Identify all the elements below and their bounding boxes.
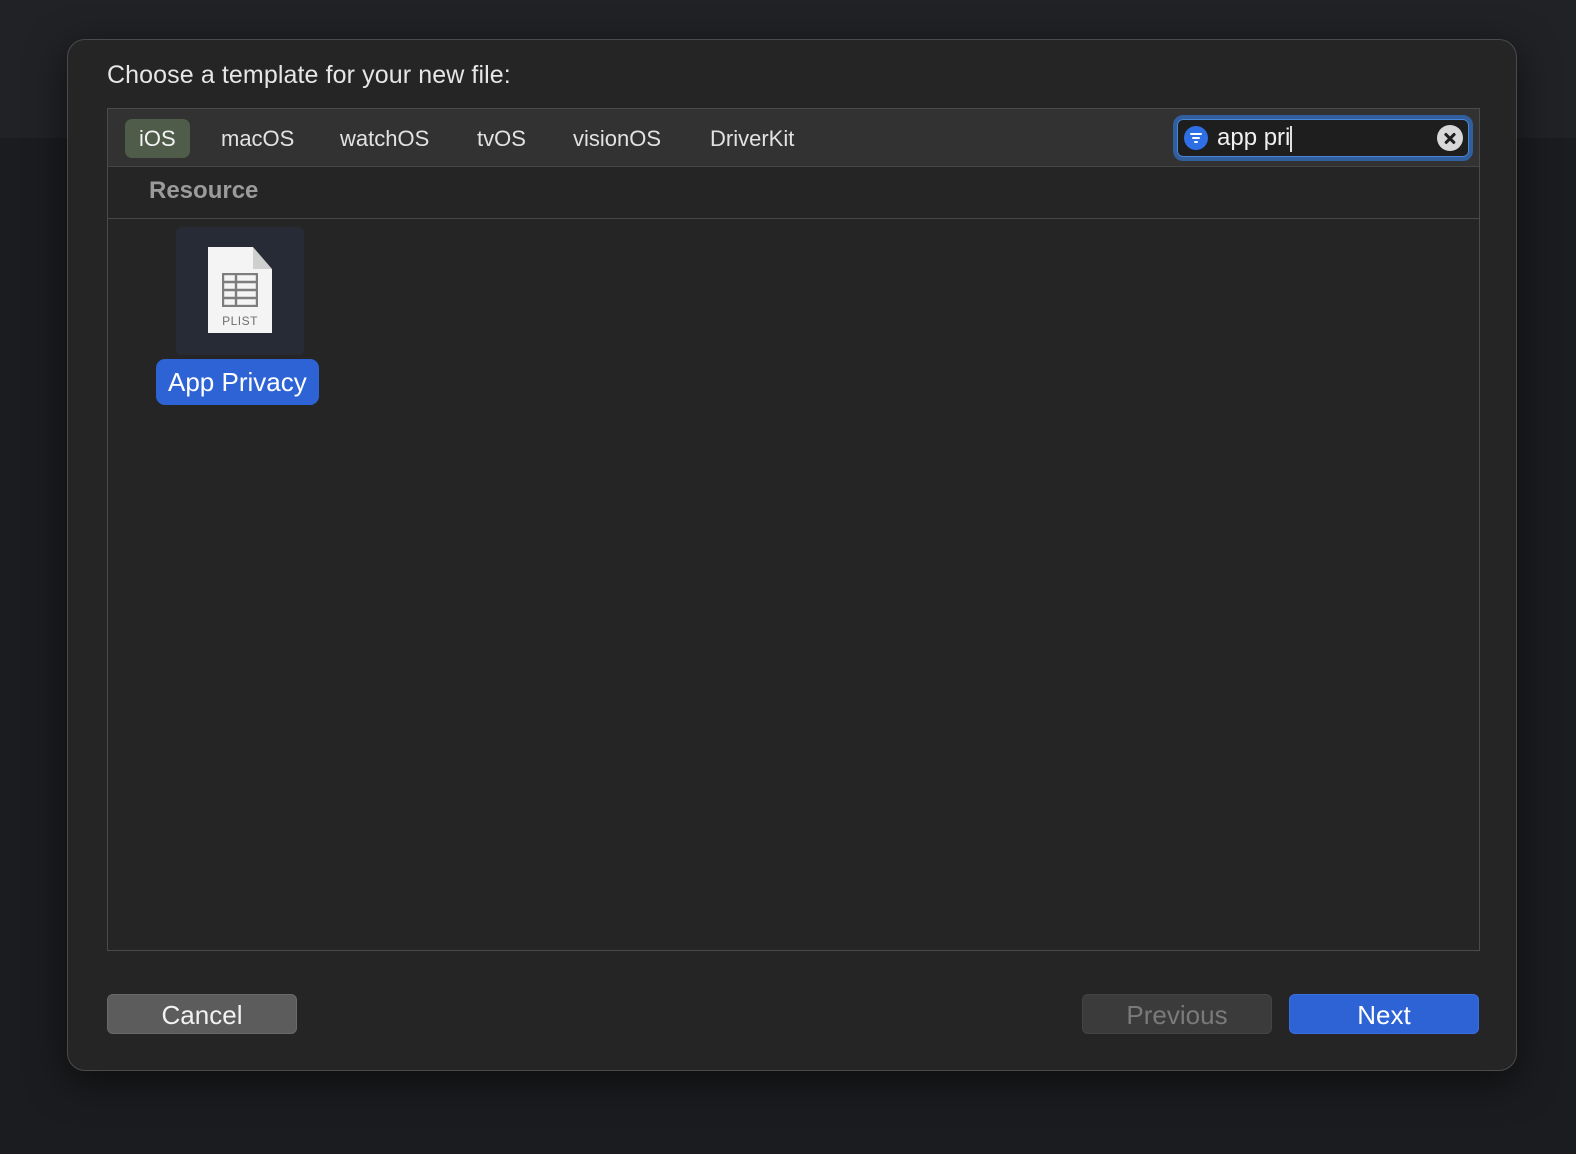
tab-tvos[interactable]: tvOS <box>463 119 540 158</box>
next-button[interactable]: Next <box>1289 994 1479 1034</box>
cancel-button[interactable]: Cancel <box>107 994 297 1034</box>
search-input[interactable]: app pri <box>1217 123 1427 153</box>
filter-search-field[interactable]: app pri <box>1173 115 1473 161</box>
tab-ios[interactable]: iOS <box>125 119 190 158</box>
template-icon-selection-bg: PLIST <box>176 227 304 355</box>
tab-watchos[interactable]: watchOS <box>326 119 443 158</box>
dialog-prompt: Choose a template for your new file: <box>107 61 511 89</box>
text-caret <box>1290 125 1293 152</box>
plist-icon-label: PLIST <box>222 314 258 328</box>
new-file-template-sheet: Choose a template for your new file: iOS… <box>67 39 1517 1071</box>
template-panel: iOS macOS watchOS tvOS visionOS DriverKi… <box>107 108 1480 951</box>
previous-button[interactable]: Previous <box>1082 994 1272 1034</box>
template-item-app-privacy[interactable]: PLIST App Privacy <box>156 227 326 407</box>
search-input-value: app pri <box>1217 124 1291 151</box>
document-fold-corner <box>253 247 272 269</box>
table-grid-icon <box>222 273 258 307</box>
section-title: Resource <box>149 177 259 204</box>
tab-visionos[interactable]: visionOS <box>559 119 675 158</box>
tab-macos[interactable]: macOS <box>207 119 308 158</box>
template-label[interactable]: App Privacy <box>156 359 319 405</box>
tab-driverkit[interactable]: DriverKit <box>696 119 808 158</box>
filter-icon[interactable] <box>1184 126 1208 150</box>
section-header-resource: Resource <box>108 167 1479 219</box>
platform-tab-bar: iOS macOS watchOS tvOS visionOS DriverKi… <box>108 109 1479 167</box>
clear-search-icon[interactable] <box>1437 125 1463 151</box>
